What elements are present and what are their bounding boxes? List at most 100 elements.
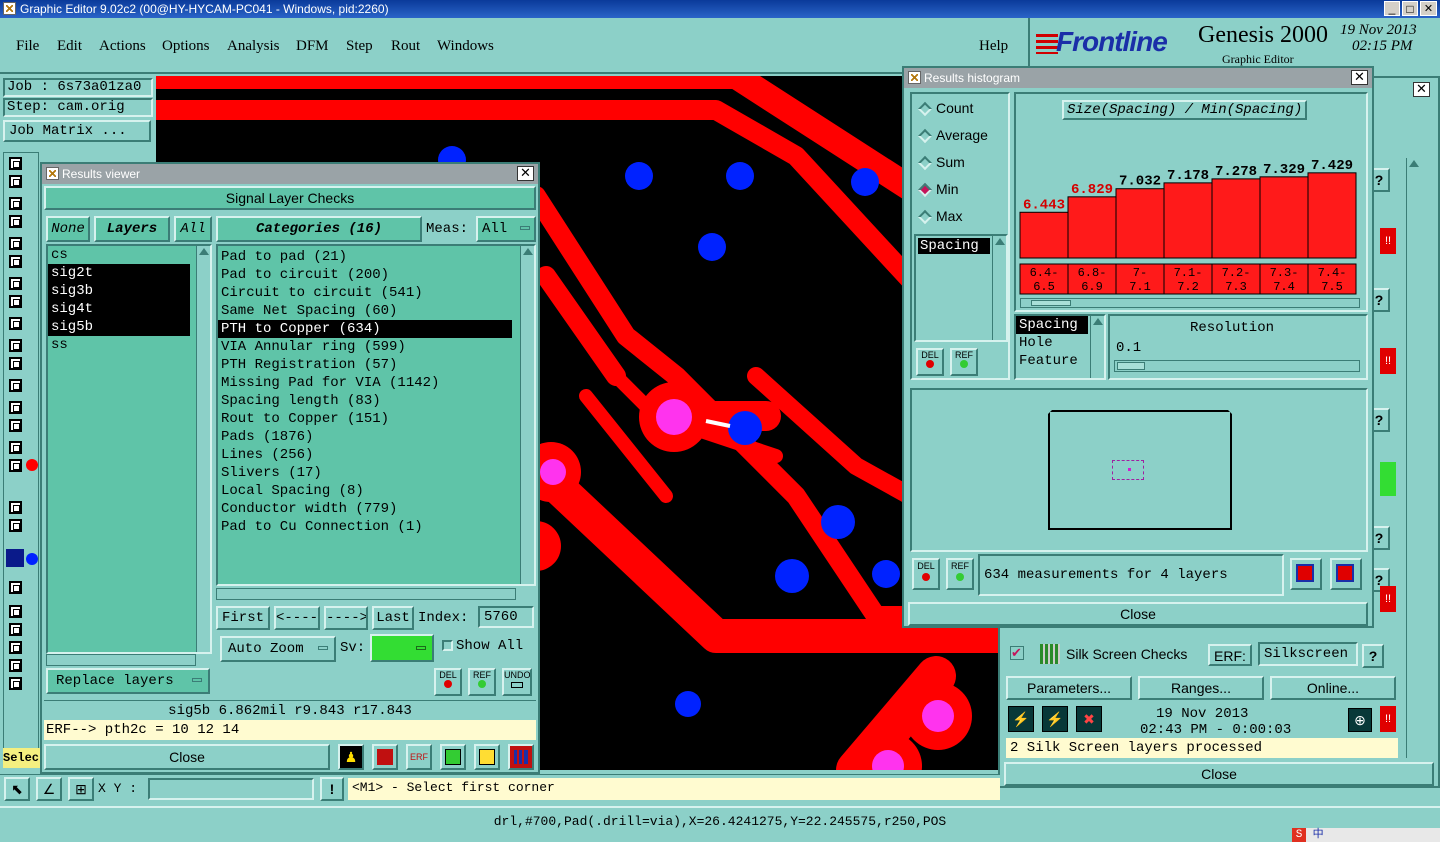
category-list-item[interactable]: Pad to circuit (200) xyxy=(218,266,512,284)
help-button[interactable]: ? xyxy=(1362,644,1384,668)
layer-toggle[interactable] xyxy=(9,317,22,330)
chart-hscroll[interactable] xyxy=(1020,298,1360,308)
layer-list-item[interactable]: cs xyxy=(48,246,190,264)
layer-list-item[interactable]: ss xyxy=(48,336,190,354)
auto-zoom-dropdown[interactable]: Auto Zoom xyxy=(220,636,336,662)
maximize-button[interactable]: □ xyxy=(1402,1,1418,16)
erf-value-field[interactable]: Silkscreen xyxy=(1258,642,1358,666)
layer-toggle[interactable] xyxy=(9,641,22,654)
menu-edit[interactable]: Edit xyxy=(57,38,82,55)
histogram-bar[interactable] xyxy=(1067,196,1117,259)
menu-step[interactable]: Step xyxy=(346,38,373,55)
mode-label[interactable]: Sum xyxy=(936,154,965,170)
first-button[interactable]: First xyxy=(216,606,270,630)
histogram-close-x[interactable]: ✕ xyxy=(1351,70,1368,85)
menu-options[interactable]: Options xyxy=(162,38,210,55)
spacing-scrollbar[interactable] xyxy=(992,236,1006,340)
histogram-bar[interactable] xyxy=(1259,176,1309,259)
stop-icon[interactable]: ✖ xyxy=(1076,706,1102,732)
export-icon[interactable] xyxy=(1290,558,1322,590)
menu-actions[interactable]: Actions xyxy=(99,38,146,55)
checks-close-button[interactable]: Close xyxy=(1004,762,1434,786)
category-list-item[interactable]: Missing Pad for VIA (1142) xyxy=(218,374,512,392)
mode-label[interactable]: Min xyxy=(936,181,959,197)
layer-toggle[interactable] xyxy=(9,581,22,594)
category-list-item[interactable]: VIA Annular ring (599) xyxy=(218,338,512,356)
next-button[interactable]: ----> xyxy=(324,606,368,630)
last-button[interactable]: Last xyxy=(372,606,414,630)
select-label[interactable]: Selec xyxy=(3,748,43,768)
histogram-close-button[interactable]: Close xyxy=(908,602,1368,626)
info-icon[interactable]: ♟ xyxy=(338,744,364,770)
none-button[interactable]: None xyxy=(46,216,90,242)
histogram-bar[interactable] xyxy=(1211,178,1261,259)
run-icon[interactable]: ⚡ xyxy=(1008,706,1034,732)
sv-color-dropdown[interactable] xyxy=(370,634,434,662)
mode-label[interactable]: Average xyxy=(936,127,988,143)
mode-radio[interactable] xyxy=(917,155,933,171)
ref-button[interactable]: REF xyxy=(468,668,496,696)
ref-button[interactable]: REF xyxy=(946,558,974,590)
category-list-item[interactable]: Pad to Cu Connection (1) xyxy=(218,518,512,536)
show-all-checkbox[interactable] xyxy=(442,640,453,651)
ref-button[interactable]: REF xyxy=(950,348,978,376)
category-list-item[interactable]: Conductor width (779) xyxy=(218,500,512,518)
menu-rout[interactable]: Rout xyxy=(391,38,420,55)
del-button[interactable]: DEL xyxy=(434,668,462,696)
layer-list-scrollbar[interactable] xyxy=(196,246,210,652)
select-tool-icon[interactable]: ⬉ xyxy=(4,777,30,801)
category-list-item[interactable]: Pad to pad (21) xyxy=(218,248,512,266)
category-list-item[interactable]: Same Net Spacing (60) xyxy=(218,302,512,320)
layer-toggle[interactable] xyxy=(9,459,22,472)
alert-icon[interactable]: !! xyxy=(1380,348,1396,374)
layer-toggle[interactable] xyxy=(9,197,22,210)
zoom-icon[interactable]: ⊕ xyxy=(1348,708,1372,732)
category-list-scrollbar[interactable] xyxy=(520,246,534,584)
menu-analysis[interactable]: Analysis xyxy=(227,38,280,55)
del-button[interactable]: DEL xyxy=(912,558,940,590)
alert-icon[interactable]: !! xyxy=(1380,706,1396,732)
all-layers-button[interactable]: All xyxy=(174,216,212,242)
results-viewer-close-button[interactable]: Close xyxy=(44,744,330,770)
checks-scrollbar[interactable] xyxy=(1406,158,1420,758)
parameters-button[interactable]: Parameters... xyxy=(1006,676,1132,700)
menu-dfm[interactable]: DFM xyxy=(296,38,329,55)
mode-radio[interactable] xyxy=(917,128,933,144)
mode-radio[interactable] xyxy=(917,182,933,198)
layer-toggle[interactable] xyxy=(9,157,22,170)
spacing-item[interactable]: Spacing xyxy=(918,238,990,254)
layer-toggle[interactable] xyxy=(9,237,22,250)
category-list-item[interactable]: Local Spacing (8) xyxy=(218,482,512,500)
mode-label[interactable]: Count xyxy=(936,100,973,116)
histogram-icon[interactable] xyxy=(508,744,534,770)
layer-toggle[interactable] xyxy=(9,677,22,690)
layer-toggle[interactable] xyxy=(9,215,22,228)
alert-icon[interactable]: !! xyxy=(1380,228,1396,254)
category-list-item[interactable]: Pads (1876) xyxy=(218,428,512,446)
del-button[interactable]: DEL xyxy=(916,348,944,376)
layer-list-item[interactable]: sig5b xyxy=(48,318,190,336)
check-enabled-mark[interactable]: ✔ xyxy=(1010,646,1024,660)
layer-toggle[interactable] xyxy=(9,175,22,188)
mode-radio[interactable] xyxy=(917,101,933,117)
feature-scrollbar[interactable] xyxy=(1090,316,1104,378)
xy-input[interactable] xyxy=(148,778,314,800)
histogram-bar[interactable] xyxy=(1019,211,1069,259)
layer-toggle[interactable] xyxy=(9,605,22,618)
snap-tool-icon[interactable]: ⊞ xyxy=(68,777,94,801)
ranges-button[interactable]: Ranges... xyxy=(1138,676,1264,700)
category-list-item[interactable]: Circuit to circuit (541) xyxy=(218,284,512,302)
tray-zh-icon[interactable]: 中 xyxy=(1313,829,1324,841)
layer-list-hscroll[interactable] xyxy=(46,654,196,666)
meas-dropdown[interactable]: All xyxy=(476,216,536,242)
layer-toggle[interactable] xyxy=(9,623,22,636)
category-list-item[interactable]: Lines (256) xyxy=(218,446,512,464)
menu-file[interactable]: File xyxy=(16,38,39,55)
import-icon[interactable] xyxy=(1330,558,1362,590)
online-button[interactable]: Online... xyxy=(1270,676,1396,700)
layer-list-item[interactable]: sig2t xyxy=(48,264,190,282)
layer-list-item[interactable]: sig3b xyxy=(48,282,190,300)
menu-help[interactable]: Help xyxy=(979,38,1008,55)
layer-toggle[interactable] xyxy=(9,659,22,672)
mode-label[interactable]: Max xyxy=(936,208,962,224)
